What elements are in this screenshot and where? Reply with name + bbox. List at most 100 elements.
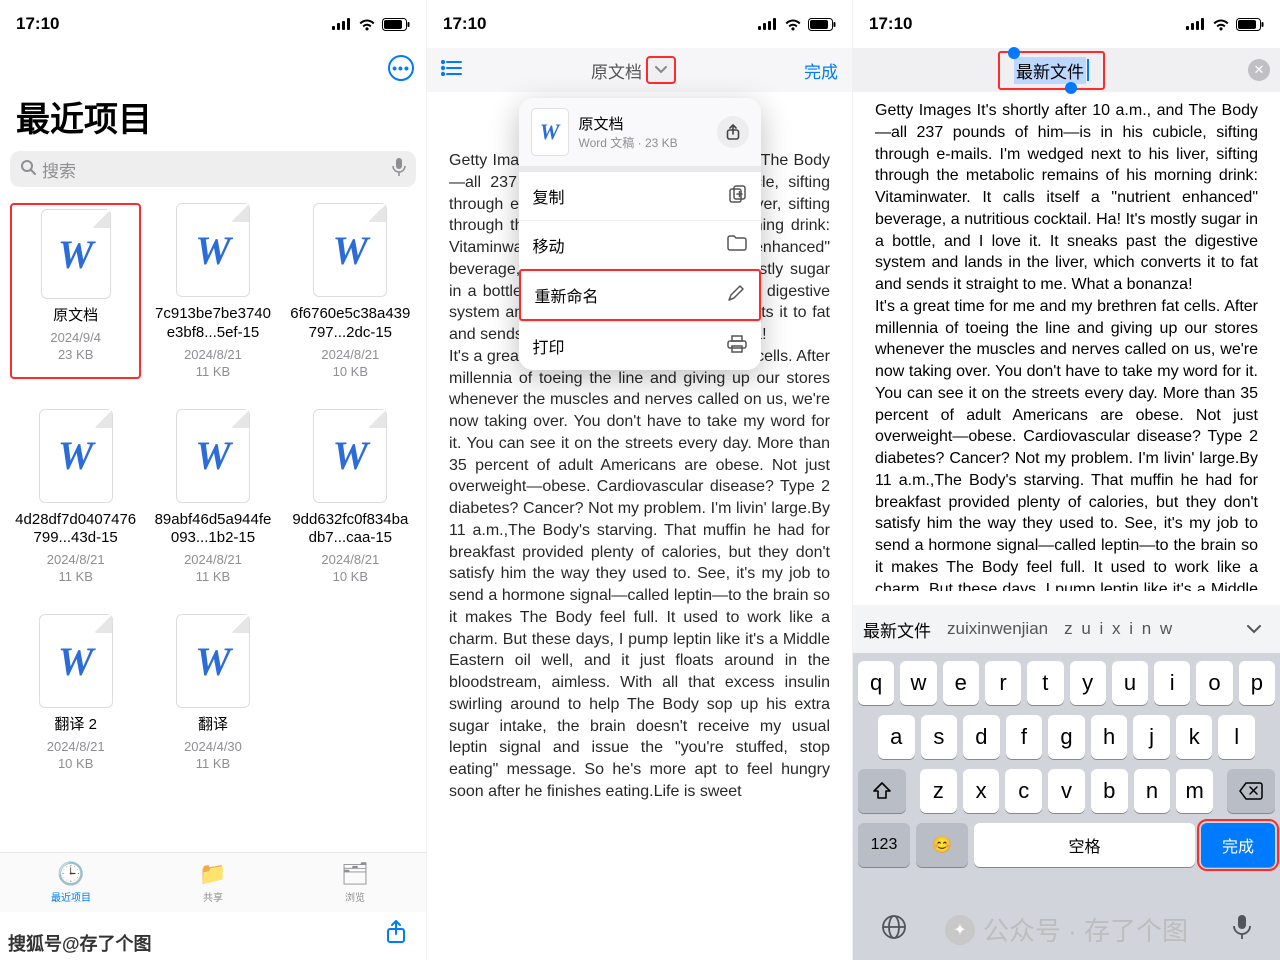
tab-browse[interactable]: 🗂 浏览 bbox=[284, 853, 426, 912]
key-q[interactable]: q bbox=[858, 661, 894, 705]
rename-input[interactable]: 最新文件 bbox=[998, 51, 1105, 90]
key-m[interactable]: m bbox=[1176, 769, 1213, 813]
key-z[interactable]: z bbox=[920, 769, 957, 813]
share-icon[interactable] bbox=[366, 920, 426, 950]
globe-icon[interactable] bbox=[881, 914, 907, 947]
key-i[interactable]: i bbox=[1154, 661, 1190, 705]
key-f[interactable]: f bbox=[1006, 715, 1043, 759]
battery-icon bbox=[382, 18, 410, 31]
tabbar: 🕒 最近项目 📁 共享 🗂 浏览 bbox=[0, 852, 426, 912]
key-p[interactable]: p bbox=[1239, 661, 1275, 705]
file-name: 原文档 bbox=[16, 307, 135, 326]
menu-copy[interactable]: 复制 bbox=[519, 172, 761, 220]
key-y[interactable]: y bbox=[1070, 661, 1106, 705]
key-done[interactable]: 完成 bbox=[1201, 823, 1275, 867]
doc-title: 原文档 bbox=[591, 58, 642, 83]
key-t[interactable]: t bbox=[1027, 661, 1063, 705]
document-context-panel: 17:10 原文档 完成 Getty Images It's shortly a… bbox=[427, 0, 853, 960]
list-icon[interactable] bbox=[441, 59, 463, 82]
word-file-icon: W bbox=[176, 614, 250, 708]
file-item[interactable]: W 6f6760e5c38a439797...2dc-15 2024/8/21 … bbox=[285, 203, 416, 379]
menu-label: 移动 bbox=[533, 233, 565, 257]
word-file-icon: W bbox=[39, 409, 113, 503]
pencil-icon bbox=[727, 284, 745, 307]
key-u[interactable]: u bbox=[1112, 661, 1148, 705]
mic-icon[interactable] bbox=[392, 158, 406, 181]
key-n[interactable]: n bbox=[1134, 769, 1171, 813]
file-item[interactable]: W 4d28df7d0407476799...43d-15 2024/8/21 … bbox=[10, 409, 141, 585]
done-button[interactable]: 完成 bbox=[804, 58, 838, 83]
menu-label: 重新命名 bbox=[535, 283, 599, 307]
key-l[interactable]: l bbox=[1218, 715, 1255, 759]
file-item[interactable]: W 9dd632fc0f834badb7...caa-15 2024/8/21 … bbox=[285, 409, 416, 585]
key-o[interactable]: o bbox=[1196, 661, 1232, 705]
selection-handle-icon[interactable] bbox=[1065, 82, 1077, 94]
key-w[interactable]: w bbox=[900, 661, 936, 705]
word-file-icon: W bbox=[313, 203, 387, 297]
status-icons bbox=[332, 18, 410, 31]
more-icon: ••• bbox=[392, 61, 410, 75]
search-input[interactable]: 搜索 bbox=[10, 151, 416, 187]
statusbar: 17:10 bbox=[427, 0, 852, 48]
share-button[interactable] bbox=[717, 116, 749, 148]
popup-title: 原文档 bbox=[579, 113, 678, 134]
document-text: Getty Images It's shortly after 10 a.m.,… bbox=[853, 100, 1280, 591]
key-e[interactable]: e bbox=[943, 661, 979, 705]
key-backspace[interactable] bbox=[1227, 769, 1275, 813]
key-b[interactable]: b bbox=[1091, 769, 1128, 813]
menu-label: 复制 bbox=[533, 184, 565, 208]
rename-panel: 17:10 最新文件 ✕ Getty Images It's shortly a… bbox=[853, 0, 1280, 960]
file-item[interactable]: W 89abf46d5a944fe093...1b2-15 2024/8/21 … bbox=[147, 409, 278, 585]
file-name: 4d28df7d0407476799...43d-15 bbox=[10, 511, 141, 549]
file-grid: W 原文档 2024/9/4 23 KB W 7c913be7be3740e3b… bbox=[0, 187, 426, 781]
key-space[interactable]: 空格 bbox=[974, 823, 1195, 867]
key-d[interactable]: d bbox=[963, 715, 1000, 759]
shift-icon bbox=[872, 782, 892, 800]
selection-handle-icon[interactable] bbox=[1008, 47, 1020, 59]
key-c[interactable]: c bbox=[1005, 769, 1042, 813]
menu-move[interactable]: 移动 bbox=[519, 220, 761, 269]
file-item[interactable]: W 7c913be7be3740e3bf8...5ef-15 2024/8/21… bbox=[147, 203, 278, 379]
key-g[interactable]: g bbox=[1048, 715, 1085, 759]
tab-shared[interactable]: 📁 共享 bbox=[142, 853, 284, 912]
more-button[interactable]: ••• bbox=[388, 55, 414, 81]
file-item[interactable]: W 翻译 2024/4/30 11 KB bbox=[147, 614, 278, 771]
key-v[interactable]: v bbox=[1048, 769, 1085, 813]
word-file-icon: W bbox=[176, 203, 250, 297]
file-item[interactable]: W 原文档 2024/9/4 23 KB bbox=[10, 203, 141, 379]
key-h[interactable]: h bbox=[1091, 715, 1128, 759]
key-a[interactable]: a bbox=[878, 715, 915, 759]
key-r[interactable]: r bbox=[985, 661, 1021, 705]
file-name: 翻译 bbox=[147, 716, 278, 735]
expand-candidates-icon[interactable] bbox=[1238, 619, 1270, 639]
tab-recent[interactable]: 🕒 最近项目 bbox=[0, 853, 142, 912]
ime-candidate-bar: 最新文件 zuixinwenjian z u i x i n w bbox=[853, 605, 1280, 653]
clock-icon: 🕒 bbox=[57, 861, 84, 887]
key-k[interactable]: k bbox=[1176, 715, 1213, 759]
candidate[interactable]: zuixinwenjian bbox=[947, 619, 1048, 639]
title-chevron-down-icon[interactable] bbox=[646, 56, 676, 84]
status-time: 17:10 bbox=[869, 14, 912, 34]
file-name: 89abf46d5a944fe093...1b2-15 bbox=[147, 511, 278, 549]
printer-icon bbox=[727, 335, 747, 358]
file-size: 11 KB bbox=[10, 569, 141, 584]
menu-print[interactable]: 打印 bbox=[519, 321, 761, 370]
key-s[interactable]: s bbox=[921, 715, 958, 759]
clear-input-button[interactable]: ✕ bbox=[1248, 59, 1270, 81]
key-shift[interactable] bbox=[858, 769, 906, 813]
context-menu: W 原文档 Word 文稿 · 23 KB 复制 移动 bbox=[519, 98, 761, 370]
key-j[interactable]: j bbox=[1133, 715, 1170, 759]
file-date: 2024/8/21 bbox=[10, 552, 141, 567]
key-x[interactable]: x bbox=[963, 769, 1000, 813]
candidate[interactable]: z u i x i n w bbox=[1064, 619, 1174, 639]
word-file-icon: W bbox=[531, 108, 569, 156]
copy-icon bbox=[729, 185, 747, 208]
candidate[interactable]: 最新文件 bbox=[863, 617, 931, 642]
status-time: 17:10 bbox=[16, 14, 59, 34]
dictation-icon[interactable] bbox=[1232, 914, 1252, 947]
key-emoji[interactable]: 😊 bbox=[916, 823, 968, 867]
menu-rename[interactable]: 重新命名 bbox=[519, 269, 761, 321]
key-numbers[interactable]: 123 bbox=[858, 823, 910, 867]
popup-subtitle: Word 文稿 · 23 KB bbox=[579, 134, 678, 151]
file-item[interactable]: W 翻译 2 2024/8/21 10 KB bbox=[10, 614, 141, 771]
